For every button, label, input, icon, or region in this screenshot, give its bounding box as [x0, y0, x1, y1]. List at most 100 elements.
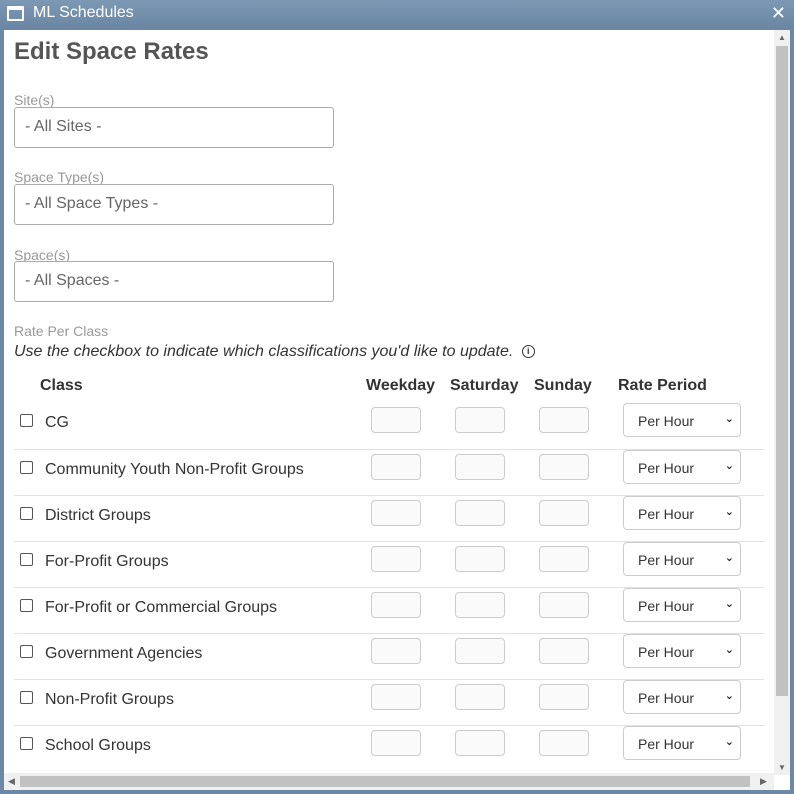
rate-period-value: Per Hour: [638, 736, 695, 752]
row-checkbox[interactable]: [20, 507, 33, 520]
weekday-rate-input[interactable]: [371, 684, 421, 710]
space-types-label: Space Type(s): [14, 169, 105, 185]
scroll-down-icon[interactable]: ▼: [778, 763, 786, 772]
window-icon: [7, 6, 24, 21]
chevron-down-icon: ⌄: [724, 736, 734, 748]
chevron-down-icon: ⌄: [724, 413, 734, 425]
rate-period-select[interactable]: Per Hour ⌄: [623, 726, 741, 760]
scroll-up-icon[interactable]: ▲: [778, 33, 786, 42]
saturday-rate-input[interactable]: [455, 592, 505, 618]
rate-period-value: Per Hour: [638, 644, 695, 660]
rate-period-value: Per Hour: [638, 598, 695, 614]
saturday-rate-input[interactable]: [455, 546, 505, 572]
chevron-down-icon: ⌄: [724, 506, 734, 518]
sunday-rate-input[interactable]: [539, 684, 589, 710]
table-row: School Groups Per Hour ⌄: [14, 725, 764, 772]
weekday-rate-input[interactable]: [371, 407, 421, 433]
rate-hint: Use the checkbox to indicate which class…: [14, 343, 535, 361]
table-row: For-Profit or Commercial Groups Per Hour ⌄: [14, 587, 764, 634]
rate-period-value: Per Hour: [638, 690, 695, 706]
saturday-rate-input[interactable]: [455, 638, 505, 664]
info-icon[interactable]: i: [521, 345, 535, 359]
class-label: CG: [45, 414, 69, 431]
page-title: Edit Space Rates: [14, 38, 209, 65]
sunday-rate-input[interactable]: [539, 592, 589, 618]
class-label: For-Profit Groups: [45, 553, 169, 570]
saturday-rate-input[interactable]: [455, 407, 505, 433]
close-button[interactable]: ✕: [771, 3, 786, 23]
row-checkbox[interactable]: [20, 461, 33, 474]
row-checkbox[interactable]: [20, 737, 33, 750]
chevron-down-icon: ⌄: [724, 598, 734, 610]
sunday-rate-input[interactable]: [539, 638, 589, 664]
dialog-window: ML Schedules ✕ Edit Space Rates Site(s) …: [0, 0, 794, 794]
rate-period-select[interactable]: Per Hour ⌄: [623, 403, 741, 437]
col-sunday: Sunday: [534, 377, 592, 394]
chevron-down-icon: ⌄: [724, 690, 734, 702]
spaces-select[interactable]: - All Spaces -: [14, 261, 334, 302]
table-row: For-Profit Groups Per Hour ⌄: [14, 541, 764, 588]
row-checkbox[interactable]: [20, 414, 33, 427]
class-label: Non-Profit Groups: [45, 691, 174, 708]
title-bar[interactable]: ML Schedules ✕: [0, 0, 794, 29]
class-label: School Groups: [45, 737, 151, 754]
rate-period-select[interactable]: Per Hour ⌄: [623, 496, 741, 530]
scroll-left-icon[interactable]: ◀: [8, 776, 15, 787]
rate-period-select[interactable]: Per Hour ⌄: [623, 542, 741, 576]
window-title: ML Schedules: [33, 4, 134, 21]
rate-period-value: Per Hour: [638, 413, 695, 429]
saturday-rate-input[interactable]: [455, 684, 505, 710]
sunday-rate-input[interactable]: [539, 454, 589, 480]
rate-period-value: Per Hour: [638, 460, 695, 476]
table-row: Community Youth Non-Profit Groups Per Hou…: [14, 449, 764, 496]
class-label: District Groups: [45, 507, 151, 524]
sites-select[interactable]: - All Sites -: [14, 107, 334, 148]
weekday-rate-input[interactable]: [371, 500, 421, 526]
horizontal-scrollbar[interactable]: ◀ ▶: [4, 773, 774, 790]
vertical-scroll-thumb[interactable]: [776, 46, 788, 696]
table-row: District Groups Per Hour ⌄: [14, 495, 764, 542]
weekday-rate-input[interactable]: [371, 638, 421, 664]
sites-label: Site(s): [14, 92, 55, 108]
table-row: CG Per Hour ⌄: [14, 403, 764, 449]
chevron-down-icon: ⌄: [724, 552, 734, 564]
class-label: Government Agencies: [45, 645, 203, 662]
rate-period-select[interactable]: Per Hour ⌄: [623, 634, 741, 668]
weekday-rate-input[interactable]: [371, 592, 421, 618]
rate-period-select[interactable]: Per Hour ⌄: [623, 680, 741, 714]
col-weekday: Weekday: [366, 377, 436, 394]
horizontal-scroll-thumb[interactable]: [20, 776, 750, 787]
row-checkbox[interactable]: [20, 691, 33, 704]
sunday-rate-input[interactable]: [539, 407, 589, 433]
weekday-rate-input[interactable]: [371, 454, 421, 480]
sunday-rate-input[interactable]: [539, 546, 589, 572]
table-row: Non-Profit Groups Per Hour ⌄: [14, 679, 764, 726]
table-row: Government Agencies Per Hour ⌄: [14, 633, 764, 680]
row-checkbox[interactable]: [20, 645, 33, 658]
class-label: For-Profit or Commercial Groups: [45, 599, 278, 616]
dialog-content: Edit Space Rates Site(s) - All Sites - S…: [4, 30, 790, 790]
weekday-rate-input[interactable]: [371, 546, 421, 572]
weekday-rate-input[interactable]: [371, 730, 421, 756]
chevron-down-icon: ⌄: [724, 460, 734, 472]
rate-period-select[interactable]: Per Hour ⌄: [623, 450, 741, 484]
rate-period-value: Per Hour: [638, 552, 695, 568]
saturday-rate-input[interactable]: [455, 454, 505, 480]
scroll-right-icon[interactable]: ▶: [760, 776, 767, 787]
sunday-rate-input[interactable]: [539, 730, 589, 756]
rate-hint-text: Use the checkbox to indicate which class…: [14, 343, 514, 360]
col-class: Class: [40, 377, 83, 394]
chevron-down-icon: ⌄: [724, 644, 734, 656]
sunday-rate-input[interactable]: [539, 500, 589, 526]
rate-period-value: Per Hour: [638, 506, 695, 522]
rate-period-select[interactable]: Per Hour ⌄: [623, 588, 741, 622]
saturday-rate-input[interactable]: [455, 730, 505, 756]
class-label: Community Youth Non-Profit Groups: [45, 461, 304, 478]
vertical-scrollbar[interactable]: ▲ ▼: [774, 30, 790, 775]
saturday-rate-input[interactable]: [455, 500, 505, 526]
rate-per-class-label: Rate Per Class: [14, 323, 109, 339]
col-rate-period: Rate Period: [618, 377, 707, 394]
space-types-select[interactable]: - All Space Types -: [14, 184, 334, 225]
row-checkbox[interactable]: [20, 599, 33, 612]
row-checkbox[interactable]: [20, 553, 33, 566]
